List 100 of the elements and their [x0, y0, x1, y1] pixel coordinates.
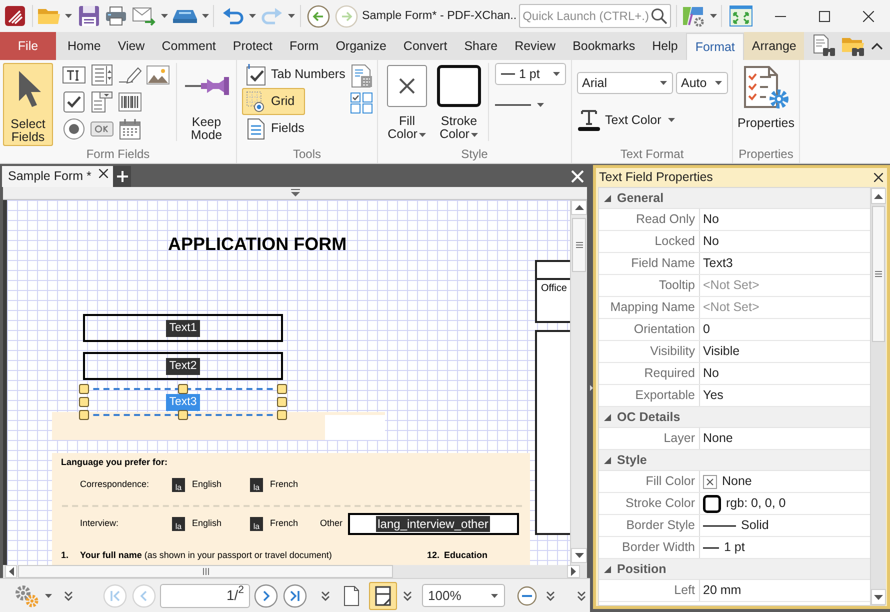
ribbon-tab[interactable]: Review — [506, 32, 564, 60]
section-header[interactable]: OC Details — [599, 407, 870, 428]
resize-handle[interactable] — [178, 410, 188, 420]
double-chevron-down-icon[interactable] — [577, 590, 586, 600]
section-header[interactable]: Position — [599, 559, 870, 580]
scroll-up-button[interactable] — [871, 188, 886, 204]
ribbon-tab[interactable]: View — [109, 32, 154, 60]
caret-icon[interactable] — [65, 14, 72, 18]
fields-button[interactable]: Fields — [242, 117, 310, 140]
scroll-down-button[interactable] — [571, 548, 587, 563]
colored-tiles-gear-icon[interactable] — [680, 5, 705, 27]
caret-icon[interactable] — [161, 14, 168, 18]
close-icon[interactable] — [862, 10, 874, 22]
ribbon-tab[interactable]: Comment — [153, 32, 224, 60]
ribbon-tab[interactable]: Form — [281, 32, 328, 60]
section-header[interactable]: General — [599, 188, 870, 209]
property-value[interactable]: No — [703, 210, 719, 229]
text-color-button[interactable]: Text Color — [577, 107, 676, 133]
splitter-arrow-icon[interactable] — [590, 385, 593, 391]
maximize-icon[interactable] — [818, 10, 830, 22]
caret-icon[interactable] — [471, 132, 478, 137]
page-layout-button[interactable] — [369, 582, 397, 610]
property-value[interactable]: None — [703, 429, 733, 448]
property-value[interactable]: 0 — [703, 320, 710, 339]
text-field[interactable]: Text1 — [83, 314, 283, 342]
image-icon[interactable] — [146, 64, 170, 84]
radio-button-icon[interactable] — [63, 118, 85, 140]
resize-handle[interactable] — [178, 384, 188, 394]
scrollbar-thumb[interactable] — [572, 218, 586, 272]
checkbox-field[interactable]: la — [250, 517, 263, 531]
signature-pen-icon[interactable] — [118, 64, 142, 84]
property-value[interactable]: Solid — [741, 516, 769, 535]
barcode-icon[interactable] — [118, 92, 142, 112]
file-menu-tab[interactable]: File — [0, 32, 56, 60]
calendar-icon[interactable] — [119, 118, 141, 140]
quick-launch-field[interactable]: Quick Launch (CTRL+.) — [518, 4, 671, 28]
expand-triangle-icon[interactable] — [604, 566, 611, 572]
ribbon-tab[interactable]: Help — [644, 32, 686, 60]
close-icon[interactable] — [99, 169, 108, 178]
checkbox-grid-icon[interactable] — [350, 92, 374, 114]
page-number-field[interactable]: 1/$^{2}$ — [160, 584, 250, 608]
font-size-dropdown[interactable]: Auto — [676, 72, 728, 94]
close-icon[interactable] — [874, 173, 883, 182]
caret-icon[interactable] — [715, 81, 722, 85]
vertical-scrollbar[interactable] — [870, 188, 886, 605]
property-value[interactable]: No — [703, 364, 719, 383]
scroll-down-button[interactable] — [871, 589, 886, 605]
text-field[interactable]: Text2 — [83, 352, 283, 380]
caret-icon[interactable] — [419, 132, 426, 137]
undo-arrow-icon[interactable] — [222, 7, 244, 25]
property-value[interactable]: 1 pt — [724, 538, 745, 557]
chevron-up-icon[interactable] — [871, 42, 883, 50]
collapse-arrow-icon[interactable] — [290, 189, 300, 197]
ribbon-tab[interactable]: Format — [686, 33, 744, 60]
ribbon-tab[interactable]: Home — [59, 32, 110, 60]
caret-icon[interactable] — [491, 594, 498, 598]
printer-icon[interactable] — [105, 6, 127, 26]
caret-icon[interactable] — [249, 14, 256, 18]
caret-icon[interactable] — [660, 81, 667, 85]
double-chevron-down-icon[interactable] — [546, 590, 555, 600]
properties-button[interactable]: Properties — [736, 64, 796, 130]
scrollbar-thumb[interactable] — [872, 206, 885, 342]
expand-triangle-icon[interactable] — [604, 414, 611, 420]
caret-icon[interactable] — [537, 103, 544, 107]
ribbon-tab[interactable]: Arrange — [744, 32, 804, 60]
property-value[interactable]: Yes — [703, 386, 724, 405]
expand-triangle-icon[interactable] — [604, 194, 611, 202]
combo-box-icon[interactable] — [91, 90, 113, 112]
ribbon-tab[interactable]: Bookmarks — [564, 32, 644, 60]
caret-icon[interactable] — [553, 72, 560, 76]
double-chevron-down-icon[interactable] — [321, 590, 330, 600]
text-field[interactable]: lang_interview_other — [348, 513, 519, 535]
scroll-left-button[interactable] — [5, 565, 17, 578]
checkbox-field[interactable]: la — [250, 478, 263, 492]
caret-icon[interactable] — [45, 594, 52, 598]
search-icon[interactable] — [650, 8, 667, 24]
caret-icon[interactable] — [668, 118, 676, 122]
document-tab[interactable]: Sample Form * — [2, 166, 113, 187]
zoom-dropdown[interactable]: 100% — [422, 584, 505, 607]
text-field-icon[interactable] — [62, 64, 86, 84]
double-chevron-down-icon[interactable] — [403, 590, 412, 600]
property-value[interactable]: Text3 — [703, 254, 733, 273]
circled-chevron-right-bar-icon[interactable] — [283, 584, 307, 608]
caret-icon[interactable] — [288, 14, 295, 18]
circled-chevron-right-icon[interactable] — [254, 584, 278, 608]
ribbon-tab[interactable]: Share — [456, 32, 506, 60]
double-chevron-down-icon[interactable] — [64, 590, 73, 600]
expand-triangle-icon[interactable] — [604, 456, 611, 464]
grid-button[interactable]: Grid — [242, 88, 305, 115]
list-box-icon[interactable] — [91, 64, 113, 86]
scanner-icon[interactable] — [172, 8, 198, 24]
envelope-icon[interactable] — [132, 6, 156, 26]
plus-icon[interactable] — [116, 171, 128, 182]
checkbox-field[interactable]: la — [172, 517, 185, 531]
stroke-color-button[interactable]: Stroke Color — [434, 65, 484, 141]
checkbox-field[interactable]: la — [172, 478, 185, 492]
fill-color-button[interactable]: Fill Color — [384, 65, 430, 141]
new-tab-button[interactable] — [113, 166, 131, 187]
tab-numbers-button[interactable]: Tab Numbers — [242, 63, 350, 86]
scrollbar-thumb[interactable] — [18, 565, 393, 578]
